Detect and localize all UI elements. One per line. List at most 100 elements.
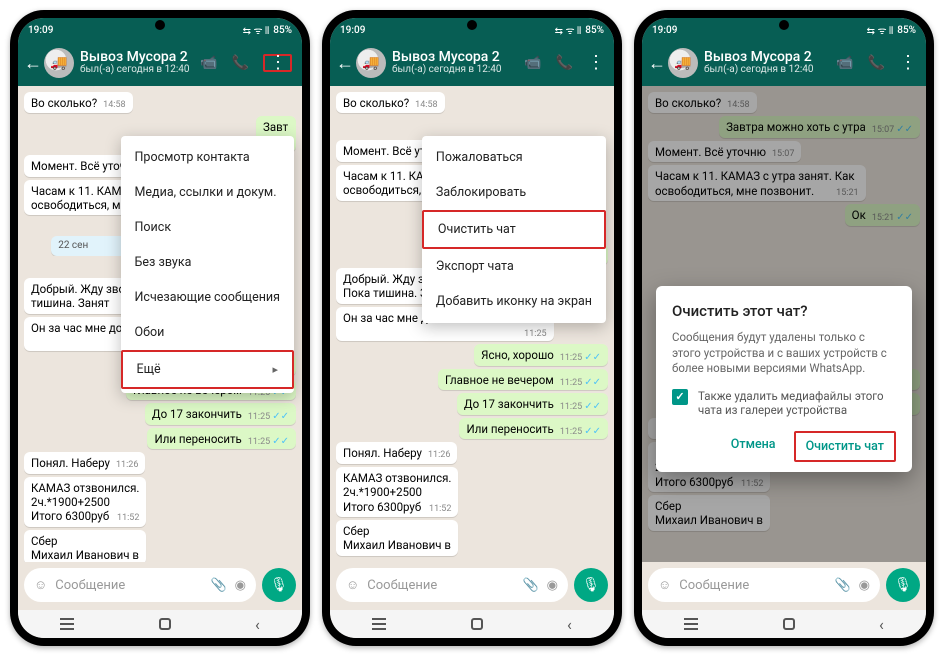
message-out[interactable]: Или переносить11:25✓✓	[459, 418, 608, 440]
avatar[interactable]: 🚚	[668, 48, 698, 78]
video-call-icon[interactable]: 📹	[836, 55, 853, 71]
status-time: 19:09	[28, 25, 53, 36]
video-call-icon[interactable]: 📹	[524, 55, 541, 71]
header-text[interactable]: Вывоз Мусора 2 был(-а) сегодня в 12:40	[392, 50, 524, 75]
chat-body: Во сколько?14:58 Момент. Всё уточн Часам…	[330, 86, 614, 562]
mic-icon: 🎙	[582, 577, 600, 593]
phone-frame-3: 19:09 ⇆ ᯤ ⫴ 85% ← 🚚 Вывоз Мусора 2 был(-…	[634, 10, 934, 646]
message-in[interactable]: Понял. Наберу11:26	[336, 442, 457, 463]
message-input[interactable]: ☺ Сообщение 📎 ◉	[336, 568, 568, 602]
message-in[interactable]: Во сколько?14:58	[24, 92, 133, 113]
message-in[interactable]: Сбер Михаил Иванович в	[336, 520, 458, 556]
checkbox-icon[interactable]: ✓	[672, 389, 688, 405]
status-time: 19:09	[652, 25, 677, 36]
camera-icon[interactable]: ◉	[859, 578, 870, 593]
chat-header: ← 🚚 Вывоз Мусора 2 был(-а) сегодня в 12:…	[18, 42, 302, 86]
nav-recents-icon[interactable]	[684, 623, 698, 625]
message-in[interactable]: Сбер Михаил Иванович в	[24, 530, 146, 562]
chat-subtitle: был(-а) сегодня в 12:40	[704, 65, 836, 76]
message-out[interactable]: До 17 закончить11:25✓✓	[457, 393, 608, 415]
mic-button[interactable]: 🎙	[886, 568, 920, 602]
message-out[interactable]: До 17 закончить11:25✓✓	[145, 403, 296, 425]
dialog-confirm-button[interactable]: Очистить чат	[794, 431, 896, 462]
emoji-icon[interactable]: ☺	[346, 577, 359, 593]
avatar[interactable]: 🚚	[356, 48, 386, 78]
mic-button[interactable]: 🎙	[262, 568, 296, 602]
video-call-icon[interactable]: 📹	[200, 55, 217, 71]
screen-3: 19:09 ⇆ ᯤ ⫴ 85% ← 🚚 Вывоз Мусора 2 был(-…	[642, 18, 926, 638]
menu-report[interactable]: Пожаловаться	[422, 140, 606, 175]
chat-title: Вывоз Мусора 2	[392, 50, 524, 65]
menu-search[interactable]: Поиск	[121, 210, 294, 245]
nav-recents-icon[interactable]	[60, 623, 74, 625]
nav-home-icon[interactable]	[159, 618, 171, 630]
nav-home-icon[interactable]	[783, 618, 795, 630]
message-in[interactable]: Понял. Наберу11:26	[24, 452, 145, 473]
message-in[interactable]: Во сколько?14:58	[336, 92, 445, 113]
chat-header: ← 🚚 Вывоз Мусора 2 был(-а) сегодня в 12:…	[330, 42, 614, 86]
header-text[interactable]: Вывоз Мусора 2 был(-а) сегодня в 12:40	[80, 50, 200, 75]
emoji-icon[interactable]: ☺	[34, 577, 47, 593]
back-icon[interactable]: ←	[648, 53, 666, 74]
more-options-icon[interactable]: ⋮	[263, 54, 292, 72]
message-in[interactable]: КАМАЗ отзвонился. 2ч.*1900+2500 Итого 63…	[336, 467, 458, 517]
nav-recents-icon[interactable]	[372, 623, 386, 625]
message-input[interactable]: ☺ Сообщение 📎 ◉	[24, 568, 256, 602]
header-actions: 📹 📞 ⋮	[836, 55, 920, 71]
nav-back-icon[interactable]: ‹	[567, 615, 572, 634]
menu-add-shortcut[interactable]: Добавить иконку на экран	[422, 284, 606, 319]
mic-button[interactable]: 🎙	[574, 568, 608, 602]
attach-icon[interactable]: 📎	[210, 578, 226, 593]
camera-icon[interactable]: ◉	[547, 578, 558, 593]
message-out[interactable]: Или переносить11:25✓✓	[147, 428, 296, 450]
screen-2: 19:09 ⇆ ᯤ ⫴ 85% ← 🚚 Вывоз Мусора 2 был(-…	[330, 18, 614, 638]
menu-disappearing[interactable]: Исчезающие сообщения	[121, 280, 294, 315]
menu-mute[interactable]: Без звука	[121, 245, 294, 280]
phone-frame-1: 19:09 ⇆ ᯤ ⫴ 85% ← 🚚 Вывоз Мусора 2 был(-…	[10, 10, 310, 646]
input-placeholder: Сообщение	[679, 578, 749, 593]
attach-icon[interactable]: 📎	[522, 578, 538, 593]
input-bar: ☺ Сообщение 📎 ◉ 🎙	[18, 562, 302, 610]
nav-home-icon[interactable]	[471, 618, 483, 630]
dialog-checkbox-row[interactable]: ✓ Также удалить медиафайлы этого чата из…	[672, 389, 896, 417]
nav-back-icon[interactable]: ‹	[255, 615, 260, 634]
menu-media[interactable]: Медиа, ссылки и докум.	[121, 175, 294, 210]
message-out[interactable]: Ясно, хорошо11:25✓✓	[474, 344, 608, 366]
header-text[interactable]: Вывоз Мусора 2 был(-а) сегодня в 12:40	[704, 50, 836, 75]
message-in[interactable]: КАМАЗ отзвонился. 2ч.*1900+2500 Итого 63…	[24, 477, 146, 527]
chevron-right-icon: ▸	[272, 363, 278, 376]
voice-call-icon[interactable]: 📞	[232, 55, 249, 71]
camera-icon[interactable]: ◉	[235, 578, 246, 593]
chat-subtitle: был(-а) сегодня в 12:40	[392, 65, 524, 76]
chat-body: Во сколько?14:58 Завтр Момент. Всё уточн…	[18, 86, 302, 562]
voice-call-icon[interactable]: 📞	[556, 55, 573, 71]
menu-clear-chat[interactable]: Очистить чат	[422, 210, 606, 249]
mic-icon: 🎙	[894, 577, 912, 593]
menu-view-contact[interactable]: Просмотр контакта	[121, 140, 294, 175]
emoji-icon[interactable]: ☺	[658, 577, 671, 593]
attach-icon[interactable]: 📎	[834, 578, 850, 593]
header-actions: 📹 📞 ⋮	[200, 54, 296, 72]
voice-call-icon[interactable]: 📞	[868, 55, 885, 71]
dialog-cancel-button[interactable]: Отмена	[721, 431, 786, 462]
back-icon[interactable]: ←	[24, 53, 42, 74]
status-right: ⇆ ᯤ ⫴ 85%	[555, 23, 604, 37]
avatar[interactable]: 🚚	[44, 48, 74, 78]
dialog-actions: Отмена Очистить чат	[672, 431, 896, 462]
chat-subtitle: был(-а) сегодня в 12:40	[80, 65, 200, 76]
message-out[interactable]: Главное не вечером11:25✓✓	[438, 369, 608, 391]
more-options-icon[interactable]: ⋮	[587, 56, 604, 70]
options-submenu: Пожаловаться Заблокировать Очистить чат …	[422, 136, 606, 323]
nav-back-icon[interactable]: ‹	[879, 615, 884, 634]
menu-more[interactable]: Ещё▸	[121, 350, 294, 389]
dialog-body: Сообщения будут удалены только с этого у…	[672, 330, 896, 377]
chat-body: Во сколько?14:58 Завтра можно хоть с утр…	[642, 86, 926, 562]
menu-export-chat[interactable]: Экспорт чата	[422, 249, 606, 284]
more-options-icon[interactable]: ⋮	[899, 56, 916, 70]
menu-block[interactable]: Заблокировать	[422, 175, 606, 210]
back-icon[interactable]: ←	[336, 53, 354, 74]
status-right: ⇆ ᯤ ⫴ 85%	[867, 23, 916, 37]
message-input[interactable]: ☺ Сообщение 📎 ◉	[648, 568, 880, 602]
dialog-title: Очистить этот чат?	[672, 302, 896, 320]
menu-wallpaper[interactable]: Обои	[121, 315, 294, 350]
